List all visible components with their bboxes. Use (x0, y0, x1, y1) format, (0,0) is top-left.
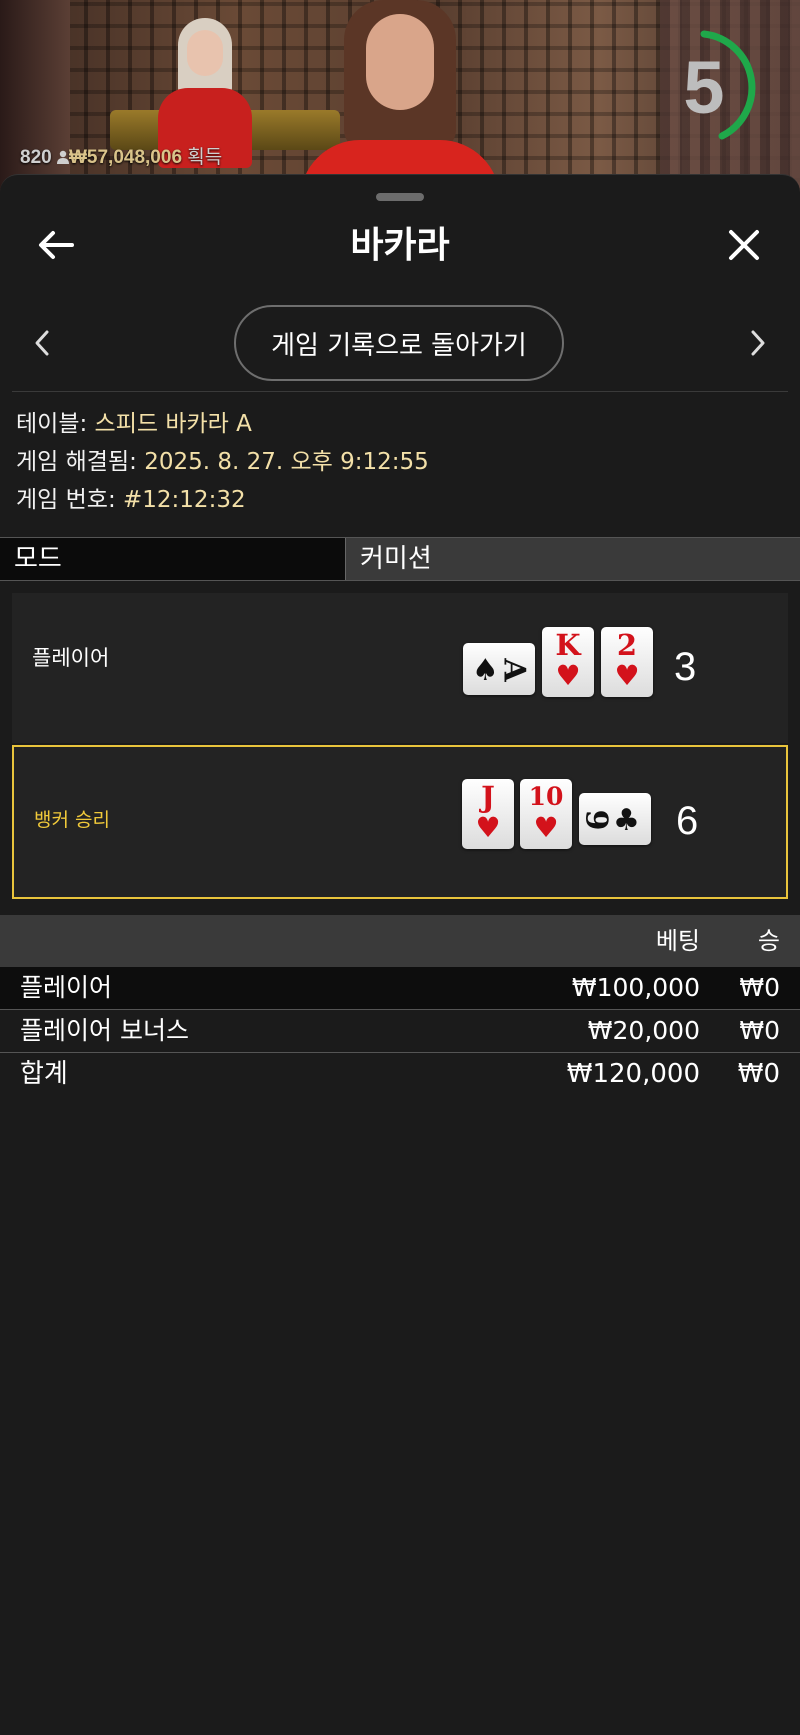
win-amount: ₩0 (739, 1016, 780, 1045)
table-row: 플레이어 ₩100,000 ₩0 (0, 967, 800, 1009)
total-row: 합계 ₩120,000 ₩0 (0, 1053, 800, 1095)
table-row: 플레이어 보너스 ₩20,000 ₩0 (0, 1010, 800, 1052)
previous-game-button[interactable] (16, 317, 68, 369)
playing-card: 10 ♥ (520, 779, 572, 849)
resolved-label: 게임 해결됨: (16, 449, 137, 475)
card-rank: 10 (528, 782, 564, 811)
playing-card: K ♥ (542, 627, 594, 697)
game-history-sheet: 바카라 게임 기록으로 돌아가기 테이블: 스피드 바카라 A 게임 해결됨: … (0, 174, 800, 1735)
video-stats: 820 ₩57,048,006 획득 (20, 146, 222, 170)
history-navigation: 게임 기록으로 돌아가기 (0, 303, 800, 383)
banker-total: 6 (676, 799, 699, 843)
playing-card: 2 ♥ (601, 627, 653, 697)
playing-card: J ♥ (462, 779, 514, 849)
win-amount: ₩0 (739, 973, 780, 1002)
heart-icon: ♥ (475, 811, 501, 844)
winnings-label: 획득 (187, 147, 223, 168)
banker-hand: 뱅커 승리 J ♥ 10 ♥ 9♣ 6 (12, 745, 788, 899)
bet-amount: ₩100,000 (571, 973, 700, 1002)
bet-name: 플레이어 보너스 (20, 1016, 189, 1045)
player-total: 3 (674, 645, 697, 689)
card-rank: 9 (578, 809, 614, 831)
countdown-timer: 5 (664, 28, 774, 148)
video-dealer-main (300, 0, 500, 200)
player-hand-label: 플레이어 (32, 646, 110, 670)
mode-label: 모드 (0, 538, 345, 580)
card-rank: 2 (616, 628, 638, 662)
heart-icon: ♥ (555, 659, 581, 692)
heart-icon: ♥ (533, 811, 559, 844)
total-winnings: ₩57,048,006 (68, 147, 183, 168)
total-bet-amount: ₩120,000 (566, 1059, 700, 1089)
next-game-button[interactable] (732, 317, 784, 369)
game-number-label: 게임 번호: (16, 487, 116, 513)
card-rank: J (481, 780, 495, 814)
card-rank: K (555, 628, 581, 662)
bet-column-header: 베팅 (655, 927, 700, 955)
chevron-right-icon (751, 330, 765, 356)
player-count: 820 (20, 147, 52, 168)
bet-amount: ₩20,000 (587, 1016, 700, 1045)
sheet-drag-handle[interactable] (376, 193, 424, 201)
table-info: 테이블: 스피드 바카라 A (16, 407, 252, 441)
live-video-stream: 5 820 ₩57,048,006 획득 (0, 0, 800, 200)
bet-name: 플레이어 (20, 973, 113, 1002)
heart-icon: ♥ (614, 659, 640, 692)
mode-row: 모드 커미션 (0, 537, 800, 581)
countdown-number: 5 (683, 46, 725, 129)
win-column-header: 승 (757, 927, 780, 955)
back-to-history-button[interactable]: 게임 기록으로 돌아가기 (234, 305, 564, 381)
player-hand: 플레이어 ♠A K ♥ 2 ♥ 3 (12, 593, 788, 743)
card-rank: A (496, 658, 532, 682)
total-win-amount: ₩0 (737, 1059, 780, 1089)
person-icon (56, 147, 69, 164)
game-number-value: #12:12:32 (123, 487, 246, 513)
back-button[interactable] (28, 217, 84, 273)
chevron-left-icon (35, 330, 49, 356)
divider (12, 391, 788, 392)
video-background-left (0, 0, 70, 200)
close-button[interactable] (716, 217, 772, 273)
playing-card: 9♣ (579, 793, 651, 845)
bets-table-header: 베팅 승 (0, 915, 800, 967)
arrow-left-icon (39, 231, 74, 259)
mode-value: 커미션 (345, 538, 800, 580)
resolved-info: 게임 해결됨: 2025. 8. 27. 오후 9:12:55 (16, 445, 429, 479)
banker-hand-label: 뱅커 승리 (34, 809, 110, 831)
game-number-info: 게임 번호: #12:12:32 (16, 483, 246, 517)
page-title: 바카라 (350, 225, 450, 266)
close-icon (729, 230, 759, 260)
resolved-value: 2025. 8. 27. 오후 9:12:55 (144, 449, 429, 475)
table-value: 스피드 바카라 A (94, 411, 252, 437)
total-label: 합계 (20, 1059, 68, 1089)
playing-card: ♠A (463, 643, 535, 695)
table-label: 테이블: (16, 411, 88, 437)
